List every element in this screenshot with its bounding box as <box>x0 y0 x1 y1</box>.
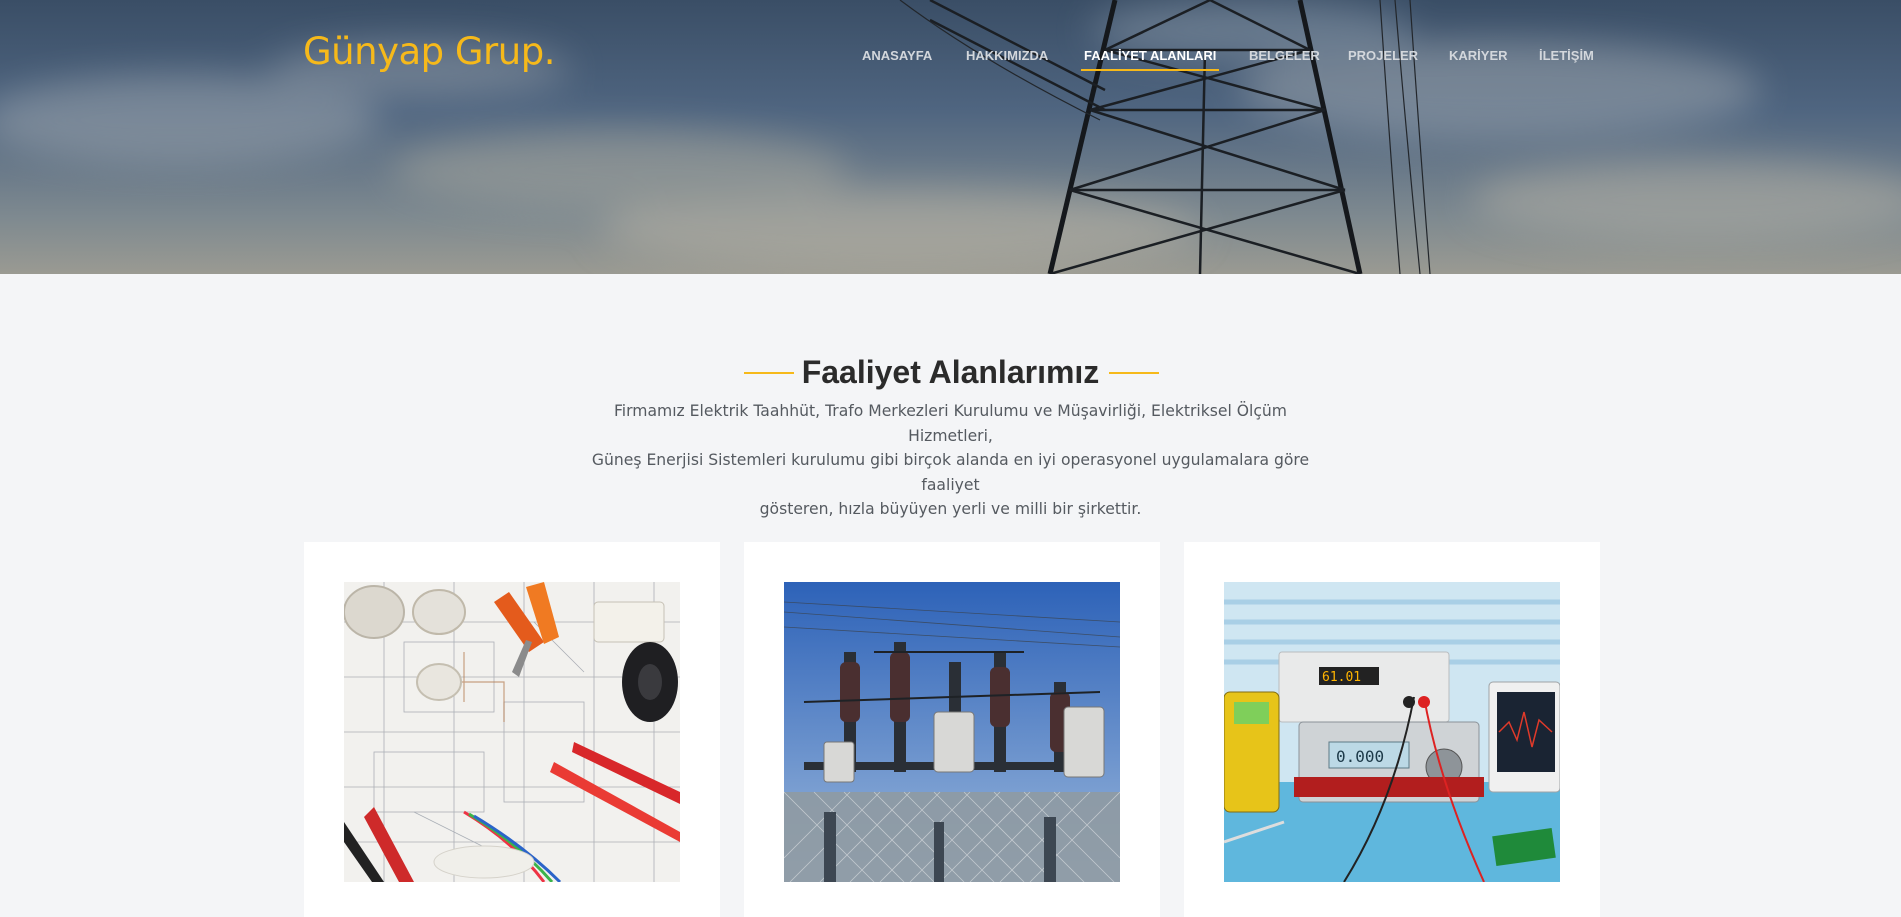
description-line: Güneş Enerjisi Sistemleri kurulumu gibi … <box>591 451 1310 494</box>
nav-item-anasayfa[interactable]: ANASAYFA <box>862 48 932 74</box>
measurement-instruments-image[interactable]: 61.01 0.000 <box>1224 582 1560 882</box>
nav-item-iletisim[interactable]: İLETİŞİM <box>1539 48 1594 74</box>
nav-item-hakkimizda[interactable]: HAKKIMIZDA <box>966 48 1048 74</box>
svg-text:61.01: 61.01 <box>1322 670 1361 685</box>
main-nav: ANASAYFA HAKKIMIZDA FAALİYET ALANLARI BE… <box>0 48 1901 78</box>
title-right-line <box>1109 372 1159 374</box>
electrical-tools-blueprint-image[interactable] <box>344 582 680 882</box>
service-card-trafo-merkezleri[interactable] <box>744 542 1160 917</box>
section-description: Firmamız Elektrik Taahhüt, Trafo Merkezl… <box>570 399 1331 522</box>
service-card-elektrik-taahhut[interactable] <box>304 542 720 917</box>
svg-text:0.000: 0.000 <box>1336 747 1384 766</box>
description-line: Firmamız Elektrik Taahhüt, Trafo Merkezl… <box>613 402 1288 445</box>
substation-transformer-image[interactable] <box>784 582 1120 882</box>
section-title: Faaliyet Alanlarımız <box>801 354 1100 390</box>
hero-banner: Günyap Grup. ANASAYFA HAKKIMIZDA FAALİYE… <box>0 0 1901 274</box>
nav-item-belgeler[interactable]: BELGELER <box>1249 48 1320 74</box>
section-heading: Faaliyet Alanlarımız <box>0 352 1901 396</box>
description-line: gösteren, hızla büyüyen yerli ve milli b… <box>759 500 1142 518</box>
service-card-olcum-hizmetleri[interactable]: 61.01 0.000 <box>1184 542 1600 917</box>
nav-item-projeler[interactable]: PROJELER <box>1348 48 1418 74</box>
power-tower-illustration <box>899 0 1431 274</box>
nav-item-kariyer[interactable]: KARİYER <box>1449 48 1508 74</box>
nav-item-faaliyet-alanlari[interactable]: FAALİYET ALANLARI <box>1080 48 1220 74</box>
